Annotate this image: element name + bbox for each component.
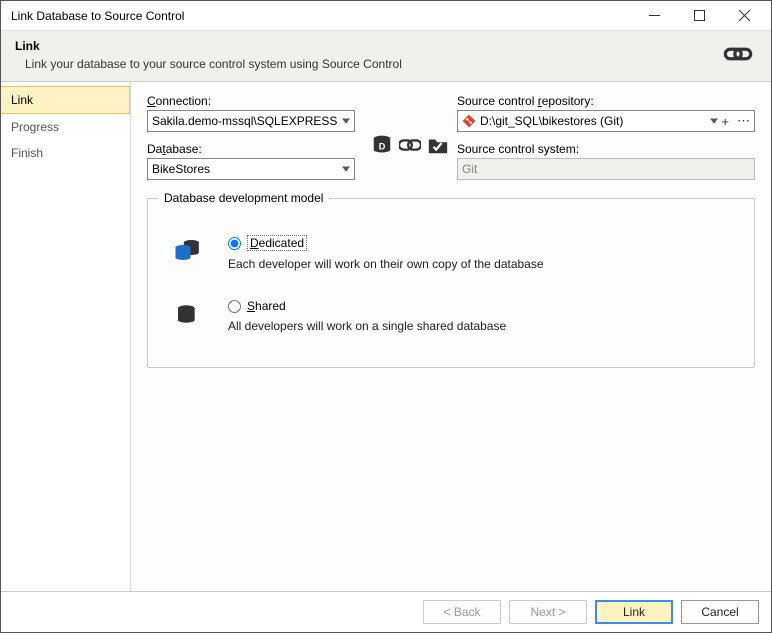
add-repo-button[interactable]: +: [719, 114, 731, 129]
close-button[interactable]: [722, 2, 767, 30]
connection-dropdown[interactable]: Sakila.demo-mssql\SQLEXPRESS: [147, 110, 355, 132]
dedicated-label[interactable]: Dedicated: [247, 235, 307, 251]
dedicated-desc: Each developer will work on their own co…: [228, 257, 734, 271]
link-illustration: D: [371, 134, 449, 156]
chain-icon: [399, 138, 421, 152]
sidebar-item-link[interactable]: Link: [1, 86, 130, 114]
window-title: Link Database to Source Control: [11, 9, 632, 23]
shared-desc: All developers will work on a single sha…: [228, 319, 734, 333]
git-icon: [462, 114, 476, 128]
shared-radio[interactable]: [228, 300, 241, 313]
chevron-down-icon: [342, 119, 350, 124]
shared-db-icon: [168, 299, 208, 327]
repo-label: Source control repository:: [457, 94, 755, 108]
next-button: Next >: [509, 600, 587, 624]
header-title: Link: [15, 39, 719, 53]
wizard-sidebar: Link Progress Finish: [1, 82, 131, 591]
system-label: Source control system:: [457, 142, 755, 156]
folder-check-icon: [427, 134, 449, 156]
title-bar: Link Database to Source Control: [1, 1, 771, 31]
cancel-button[interactable]: Cancel: [681, 600, 759, 624]
more-repo-button[interactable]: ⋯: [735, 113, 752, 129]
minimize-button[interactable]: [632, 2, 677, 30]
header-subtitle: Link your database to your source contro…: [15, 57, 719, 71]
database-d-icon: D: [371, 134, 393, 156]
header-band: Link Link your database to your source c…: [1, 31, 771, 82]
dedicated-radio[interactable]: [228, 237, 241, 250]
back-button: < Back: [423, 600, 501, 624]
source-control-system: Git: [457, 158, 755, 180]
sidebar-item-finish[interactable]: Finish: [1, 140, 130, 166]
shared-label[interactable]: Shared: [247, 299, 286, 313]
link-button[interactable]: Link: [595, 600, 673, 624]
repository-dropdown[interactable]: D:\git_SQL\bikestores (Git) + ⋯: [457, 110, 755, 132]
svg-text:D: D: [379, 142, 386, 152]
chevron-down-icon: [710, 119, 718, 124]
link-chain-icon: [719, 42, 757, 69]
database-dropdown[interactable]: BikeStores: [147, 158, 355, 180]
chevron-down-icon: [342, 167, 350, 172]
group-title: Database development model: [158, 191, 329, 205]
sidebar-item-progress[interactable]: Progress: [1, 114, 130, 140]
dedicated-db-icon: [168, 235, 208, 263]
footer: < Back Next > Link Cancel: [1, 591, 771, 632]
dev-model-group: Database development model Dedicated: [147, 198, 755, 368]
connection-label: CConnection:onnection:: [147, 94, 445, 108]
maximize-button[interactable]: [677, 2, 722, 30]
